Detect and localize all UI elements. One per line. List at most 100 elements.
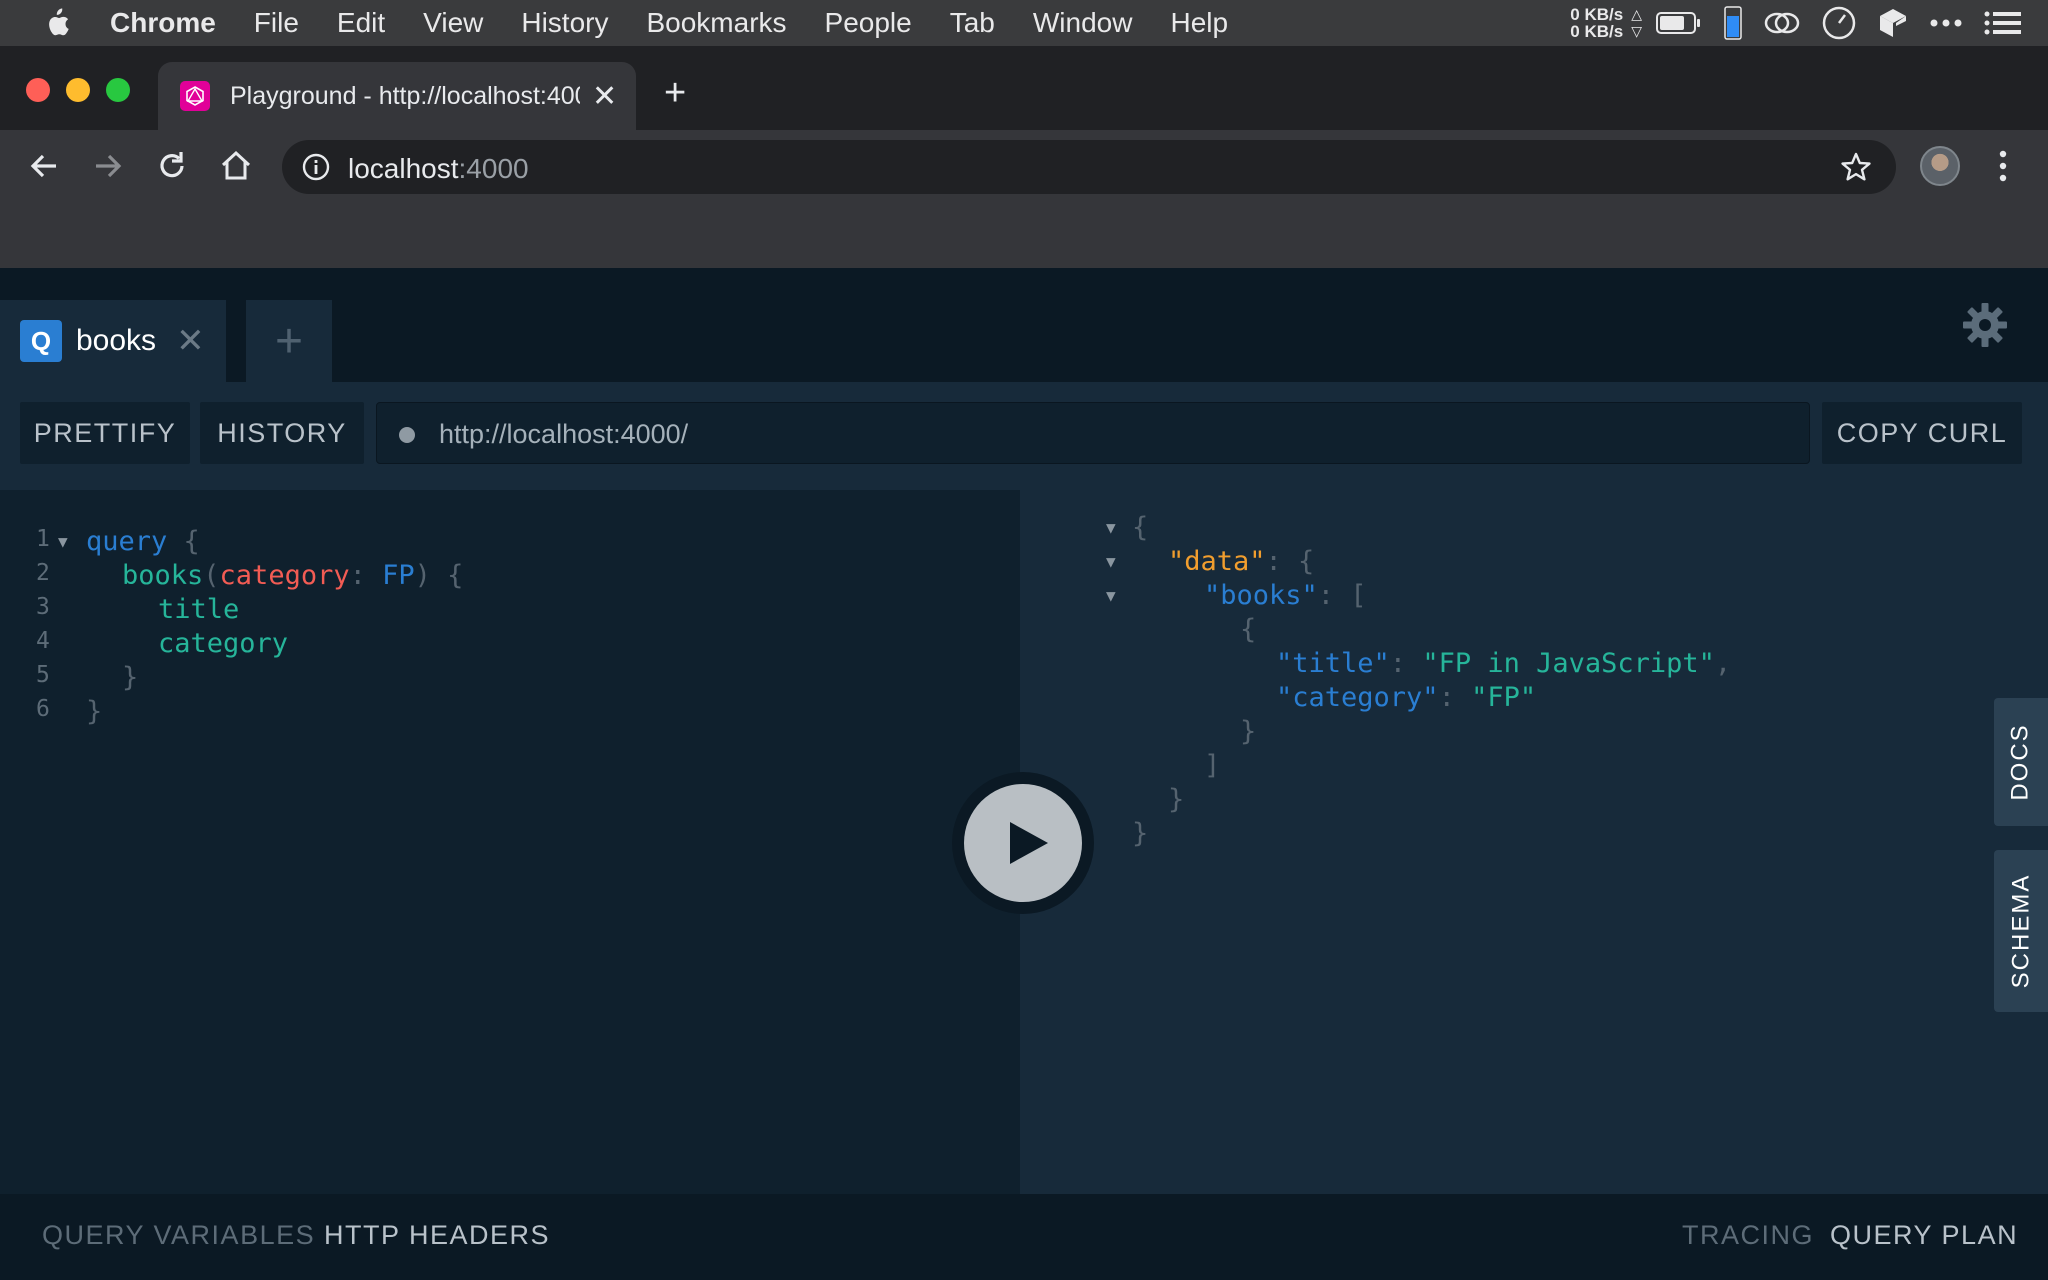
fold-arrow-icon[interactable]: ▼ [1106,518,1116,537]
code-line-5: } [122,662,139,693]
line-number: 1 [36,526,50,552]
code-line-4: category [158,628,289,659]
query-argument-value: FP [382,560,415,591]
dropbox-icon[interactable] [1878,7,1908,39]
menu-view[interactable]: View [423,7,483,39]
query-badge: Q [20,320,62,362]
bookmark-star-icon[interactable] [1840,151,1872,183]
clock-icon[interactable] [1822,6,1856,40]
window-zoom-button[interactable] [106,78,130,102]
tracing-tab[interactable]: TRACING [1682,1220,1814,1251]
battery-icon[interactable] [1656,11,1702,35]
json-line: { [1240,614,1257,645]
home-icon[interactable] [218,148,254,184]
query-variables-tab[interactable]: QUERY VARIABLES [42,1220,315,1251]
query-plan-tab[interactable]: QUERY PLAN [1830,1220,2018,1251]
tab-close-icon[interactable]: ✕ [592,79,617,114]
schema-side-tab[interactable]: SCHEMA [1994,850,2048,1012]
execute-button-face [964,784,1082,902]
playground-top-bar: PRETTIFY HISTORY http://localhost:4000/ … [0,382,2048,490]
json-line: ] [1204,750,1221,781]
docs-side-tab[interactable]: DOCS [1994,698,2048,826]
menu-tab[interactable]: Tab [950,7,995,39]
json-value-title: "FP in JavaScript" [1422,648,1715,679]
execute-query-button[interactable] [952,772,1094,914]
menu-window[interactable]: Window [1033,7,1133,39]
graphql-favicon-icon [180,81,210,111]
memory-gauge-icon[interactable] [1724,6,1742,40]
menu-history[interactable]: History [521,7,608,39]
add-playground-tab-button[interactable]: + [246,300,332,382]
notification-list-icon[interactable] [1984,11,2022,35]
net-download: 0 KB/s [1570,22,1624,41]
query-argument: category [219,560,350,591]
code-line-6: } [86,696,103,727]
playground-bottom-bar: QUERY VARIABLES HTTP HEADERS TRACING QUE… [0,1194,2048,1280]
browser-tab-title: Playground - http://localhost:4000/ [230,81,580,110]
back-arrow-icon[interactable] [26,148,62,184]
fold-arrow-icon[interactable]: ▼ [58,532,68,551]
menu-edit[interactable]: Edit [337,7,385,39]
json-line: { [1132,512,1149,543]
fold-arrow-icon[interactable]: ▼ [1106,586,1116,605]
settings-gear-icon[interactable] [1962,302,2008,348]
menu-help[interactable]: Help [1170,7,1228,39]
json-line: } [1168,784,1185,815]
playground-tab-bar: Q books ✕ + [0,268,2048,382]
menu-bookmarks[interactable]: Bookmarks [646,7,786,39]
line-number: 2 [36,560,50,586]
status-area: 0 KB/s △ 0 KB/s ▽ [1570,0,2048,46]
json-line: } [1240,716,1257,747]
prettify-button[interactable]: PRETTIFY [20,402,190,464]
menu-people[interactable]: People [825,7,912,39]
chrome-menu-icon[interactable] [1998,150,2008,182]
url-port: :4000 [458,153,529,184]
address-url[interactable]: localhost:4000 [348,153,529,185]
http-headers-tab[interactable]: HTTP HEADERS [324,1220,550,1251]
profile-avatar[interactable] [1920,146,1960,186]
connection-status-dot [399,427,415,443]
results-pane[interactable]: ▼ ▼ ▼ { "data": { "books": [ { "title": … [1020,490,2048,1194]
toolbar-spacer [0,202,2048,268]
graphql-playground: Q books ✕ + PRETTIFY HISTORY http://loca… [0,268,2048,1280]
query-editor[interactable]: 1 2 3 4 5 6 ▼ query { books(category: FP… [0,490,1020,1194]
window-close-button[interactable] [26,78,50,102]
browser-tab-strip: Playground - http://localhost:4000/ ✕ + [0,46,2048,130]
endpoint-url-input[interactable]: http://localhost:4000/ [376,402,1810,464]
network-speed[interactable]: 0 KB/s △ 0 KB/s ▽ [1570,6,1642,40]
new-tab-button[interactable]: + [664,74,686,112]
json-key-books: "books" [1204,580,1318,611]
code-line-3: title [158,594,240,625]
creative-cloud-icon[interactable] [1764,10,1800,36]
macos-menu-bar: Chrome File Edit View History Bookmarks … [0,0,2048,46]
playground-tab-label: books [76,324,157,357]
json-value-category: "FP" [1471,682,1537,713]
json-line: "data": { [1168,546,1315,577]
play-icon [1010,822,1048,864]
playground-tab-close-icon[interactable]: ✕ [176,321,205,361]
site-info-icon[interactable] [302,153,330,181]
json-line: "books": [ [1204,580,1367,611]
up-arrow-icon: △ [1631,6,1642,22]
json-line: "category": "FP" [1276,682,1537,713]
copy-curl-button[interactable]: COPY CURL [1822,402,2022,464]
browser-tab[interactable]: Playground - http://localhost:4000/ ✕ [158,62,636,130]
window-minimize-button[interactable] [66,78,90,102]
plus-icon: + [274,314,304,368]
line-number: 3 [36,594,50,620]
reload-icon[interactable] [154,148,190,184]
schema-label: SCHEMA [2007,873,2034,989]
history-button[interactable]: HISTORY [200,402,364,464]
menu-app-chrome[interactable]: Chrome [110,7,216,39]
line-number: 4 [36,628,50,654]
line-number: 6 [36,696,50,722]
playground-tab-books[interactable]: Q books ✕ [0,300,226,382]
forward-arrow-icon[interactable] [90,148,126,184]
more-dots-icon[interactable] [1930,19,1962,27]
menu-file[interactable]: File [254,7,299,39]
json-line: "title": "FP in JavaScript", [1276,648,1732,679]
address-bar[interactable]: localhost:4000 [282,140,1896,194]
code-line-1: query { [86,526,200,557]
apple-icon[interactable] [42,8,70,38]
fold-arrow-icon[interactable]: ▼ [1106,552,1116,571]
